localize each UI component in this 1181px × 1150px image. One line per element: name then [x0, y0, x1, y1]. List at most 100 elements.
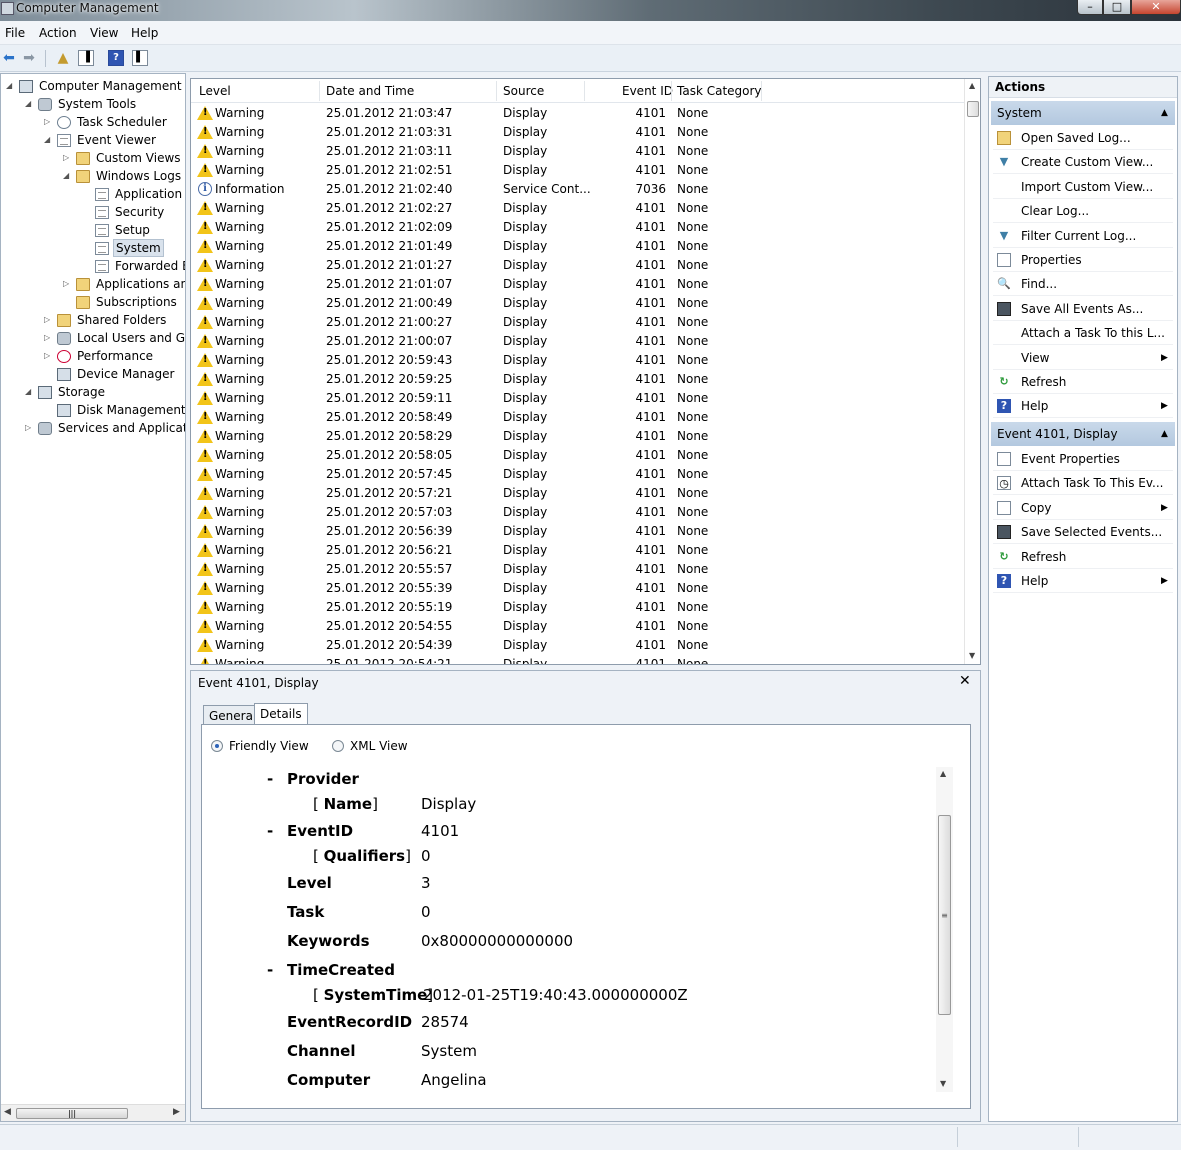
- tree-node[interactable]: Device Manager: [1, 365, 185, 383]
- tree-node[interactable]: Security: [1, 203, 185, 221]
- column-divider[interactable]: [496, 81, 497, 101]
- scroll-down-arrow-icon[interactable]: ▼: [969, 651, 975, 660]
- table-row[interactable]: i Information 25.01.2012 21:02:40 Service C…: [191, 180, 964, 199]
- tree-node[interactable]: ▷ Local Users and Groups: [1, 329, 185, 347]
- column-date-time[interactable]: Date and Time: [326, 84, 414, 98]
- tree-node[interactable]: ▷ Applications and Se: [1, 275, 185, 293]
- collapse-group-icon[interactable]: ▲: [1161, 101, 1168, 125]
- table-row[interactable]: Warning 25.01.2012 20:57:03 Display 4101 Non…: [191, 503, 964, 522]
- collapse-icon[interactable]: -: [267, 819, 273, 843]
- tree-expander-icon[interactable]: ◢: [25, 383, 34, 401]
- action-item[interactable]: ▼ Create Custom View...: [993, 150, 1173, 175]
- tree-horizontal-scrollbar[interactable]: ◀ ||| ▶: [1, 1104, 185, 1121]
- collapse-icon[interactable]: -: [267, 958, 273, 982]
- table-row[interactable]: Warning 25.01.2012 21:00:07 Display 4101 Non…: [191, 332, 964, 351]
- action-item[interactable]: ? Help ▶: [993, 394, 1173, 419]
- tree-node[interactable]: ◢ Event Viewer: [1, 131, 185, 149]
- table-row[interactable]: Warning 25.01.2012 20:55:39 Display 4101 Non…: [191, 579, 964, 598]
- action-item[interactable]: Import Custom View...: [993, 175, 1173, 199]
- scroll-thumb[interactable]: ≡: [938, 815, 951, 1015]
- action-item[interactable]: Open Saved Log...: [993, 126, 1173, 150]
- action-item[interactable]: Clear Log...: [993, 199, 1173, 224]
- table-row[interactable]: Warning 25.01.2012 21:03:47 Display 4101 Non…: [191, 104, 964, 123]
- tree-expander-icon[interactable]: ◢: [6, 77, 15, 95]
- table-row[interactable]: Warning 25.01.2012 21:03:11 Display 4101 Non…: [191, 142, 964, 161]
- details-scrollbar[interactable]: ▲ ≡ ▼: [936, 767, 953, 1092]
- scroll-up-arrow-icon[interactable]: ▲: [969, 81, 975, 90]
- tree-expander-icon[interactable]: ▷: [44, 347, 53, 365]
- tree-node[interactable]: Disk Management: [1, 401, 185, 419]
- table-row[interactable]: Warning 25.01.2012 21:01:07 Display 4101 Non…: [191, 275, 964, 294]
- tree-expander-icon[interactable]: ▷: [63, 149, 72, 167]
- table-row[interactable]: Warning 25.01.2012 20:58:49 Display 4101 Non…: [191, 408, 964, 427]
- table-row[interactable]: Warning 25.01.2012 21:02:09 Display 4101 Non…: [191, 218, 964, 237]
- tree-expander-icon[interactable]: ▷: [25, 419, 34, 437]
- tree-node[interactable]: ▷ Shared Folders: [1, 311, 185, 329]
- column-divider[interactable]: [319, 81, 320, 101]
- tree-node[interactable]: Subscriptions: [1, 293, 185, 311]
- tree-expander-icon[interactable]: ◢: [25, 95, 34, 113]
- table-row[interactable]: Warning 25.01.2012 21:02:51 Display 4101 Non…: [191, 161, 964, 180]
- radio-selected-icon[interactable]: [211, 740, 223, 752]
- tree-expander-icon[interactable]: ▷: [44, 329, 53, 347]
- tree-expander-icon[interactable]: ◢: [63, 167, 72, 185]
- column-source[interactable]: Source: [503, 84, 544, 98]
- column-divider[interactable]: [584, 81, 585, 101]
- tree-node[interactable]: Setup: [1, 221, 185, 239]
- tree-node[interactable]: System: [1, 239, 185, 257]
- scroll-thumb[interactable]: |||: [16, 1108, 128, 1119]
- menu-view[interactable]: View: [90, 26, 118, 40]
- table-row[interactable]: Warning 25.01.2012 20:54:55 Display 4101 Non…: [191, 617, 964, 636]
- table-row[interactable]: Warning 25.01.2012 20:54:39 Display 4101 Non…: [191, 636, 964, 655]
- tab-details[interactable]: Details: [254, 703, 308, 724]
- maximize-button[interactable]: □: [1103, 0, 1131, 15]
- show-hide-console-tree-icon[interactable]: ▐: [78, 50, 94, 66]
- action-item[interactable]: ↻ Refresh: [993, 370, 1173, 394]
- action-item[interactable]: Save All Events As...: [993, 297, 1173, 321]
- column-divider[interactable]: [671, 81, 672, 101]
- column-task-category[interactable]: Task Category: [677, 84, 762, 98]
- tree-node[interactable]: ▷ Custom Views: [1, 149, 185, 167]
- close-detail-icon[interactable]: ✕: [959, 673, 971, 689]
- actions-group-header[interactable]: System ▲: [991, 101, 1175, 125]
- action-item[interactable]: View ▶: [993, 346, 1173, 370]
- tree-node[interactable]: Forwarded Event: [1, 257, 185, 275]
- menu-help[interactable]: Help: [131, 26, 158, 40]
- tree-expander-icon[interactable]: ▷: [44, 113, 53, 131]
- table-row[interactable]: Warning 25.01.2012 20:56:21 Display 4101 Non…: [191, 541, 964, 560]
- table-row[interactable]: Warning 25.01.2012 21:01:27 Display 4101 Non…: [191, 256, 964, 275]
- tree-expander-icon[interactable]: ◢: [44, 131, 53, 149]
- actions-group-header[interactable]: Event 4101, Display ▲: [991, 422, 1175, 446]
- action-item[interactable]: ◷ Attach Task To This Ev...: [993, 471, 1173, 496]
- collapse-group-icon[interactable]: ▲: [1161, 422, 1168, 446]
- table-row[interactable]: Warning 25.01.2012 21:00:49 Display 4101 Non…: [191, 294, 964, 313]
- table-row[interactable]: Warning 25.01.2012 20:56:39 Display 4101 Non…: [191, 522, 964, 541]
- action-item[interactable]: ▼ Filter Current Log...: [993, 224, 1173, 248]
- tree-node[interactable]: ▷ Task Scheduler: [1, 113, 185, 131]
- table-row[interactable]: Warning 25.01.2012 21:00:27 Display 4101 Non…: [191, 313, 964, 332]
- tree-node[interactable]: ▷ Services and Applications: [1, 419, 185, 437]
- menu-action[interactable]: Action: [39, 26, 77, 40]
- radio-unselected-icon[interactable]: [332, 740, 344, 752]
- table-row[interactable]: Warning 25.01.2012 20:59:25 Display 4101 Non…: [191, 370, 964, 389]
- action-item[interactable]: ↻ Refresh: [993, 545, 1173, 569]
- table-row[interactable]: Warning 25.01.2012 21:01:49 Display 4101 Non…: [191, 237, 964, 256]
- tree-node[interactable]: ◢ Storage: [1, 383, 185, 401]
- action-item[interactable]: Save Selected Events...: [993, 520, 1173, 545]
- table-row[interactable]: Warning 25.01.2012 20:55:19 Display 4101 Non…: [191, 598, 964, 617]
- column-event-id[interactable]: Event ID: [622, 84, 673, 98]
- scroll-right-arrow-icon[interactable]: ▶: [173, 1107, 180, 1117]
- scroll-thumb[interactable]: [967, 101, 979, 117]
- table-row[interactable]: Warning 25.01.2012 21:03:31 Display 4101 Non…: [191, 123, 964, 142]
- tree-expander-icon[interactable]: ▷: [63, 275, 72, 293]
- event-list-scrollbar[interactable]: ▲ ▼: [964, 79, 980, 664]
- table-row[interactable]: Warning 25.01.2012 20:57:45 Display 4101 Non…: [191, 465, 964, 484]
- table-row[interactable]: Warning 25.01.2012 21:02:27 Display 4101 Non…: [191, 199, 964, 218]
- scroll-left-arrow-icon[interactable]: ◀: [4, 1107, 11, 1117]
- help-icon[interactable]: ?: [108, 50, 124, 66]
- table-row[interactable]: Warning 25.01.2012 20:58:29 Display 4101 Non…: [191, 427, 964, 446]
- back-arrow-icon[interactable]: ⬅: [0, 49, 18, 67]
- close-button[interactable]: ✕: [1131, 0, 1181, 15]
- collapse-icon[interactable]: -: [267, 767, 273, 791]
- action-item[interactable]: Event Properties: [993, 447, 1173, 471]
